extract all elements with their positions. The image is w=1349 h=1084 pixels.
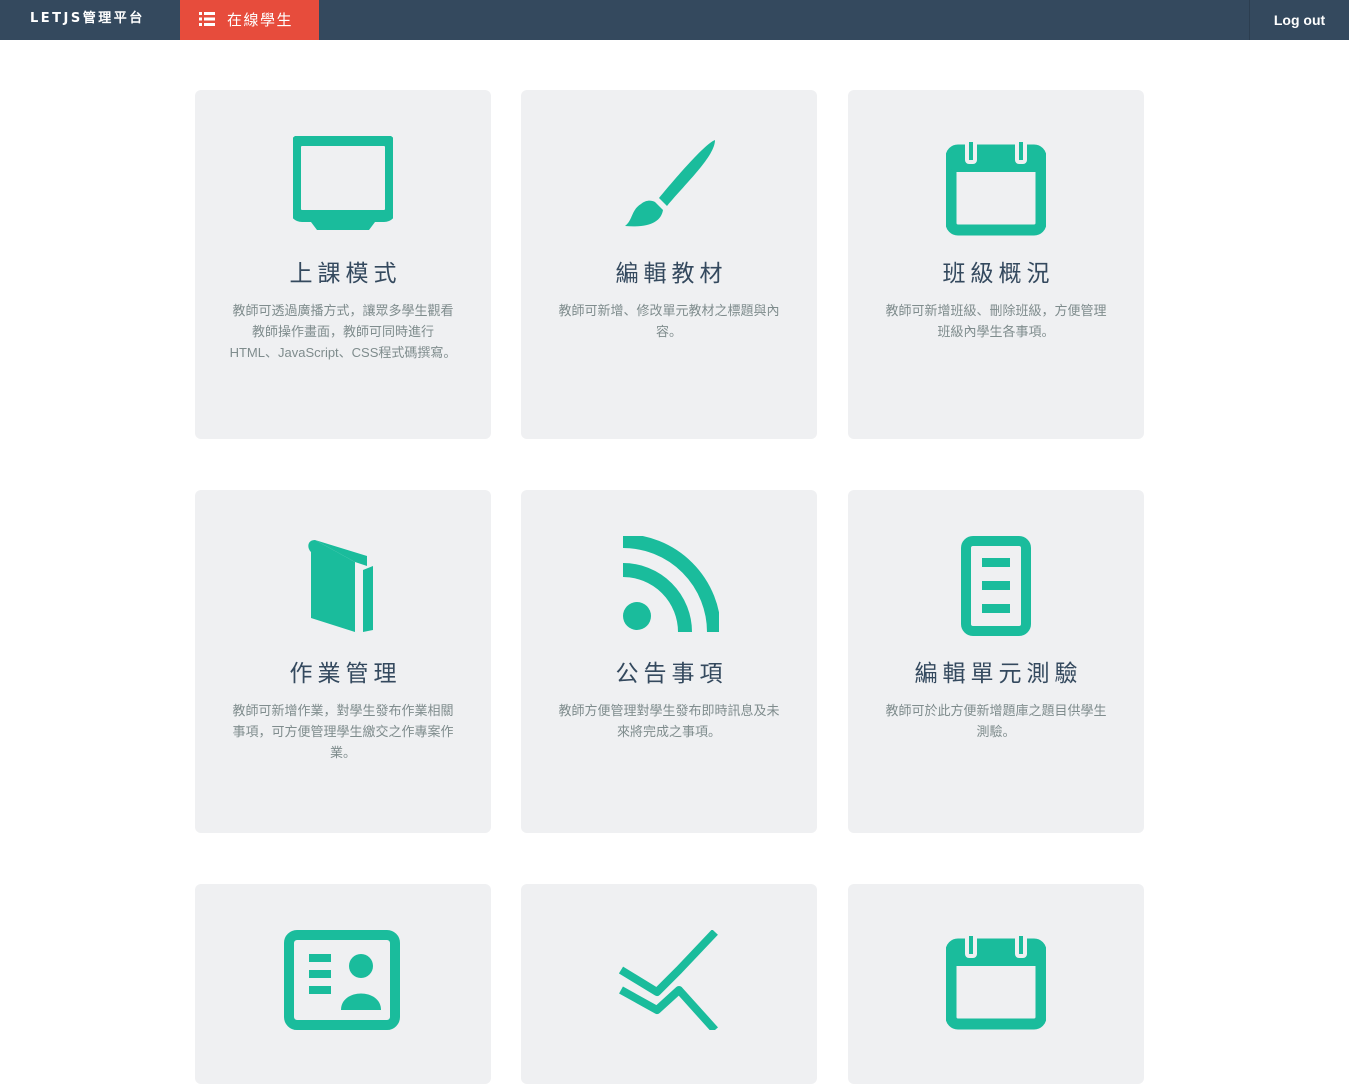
book-icon (293, 536, 393, 636)
id-card-icon (284, 930, 400, 1030)
card-title: 上課模式 (289, 261, 402, 287)
logout-button[interactable]: Log out (1250, 0, 1349, 40)
document-list-icon (946, 536, 1046, 636)
card-description: 教師方便管理對學生發布即時訊息及未來將完成之事項。 (558, 703, 780, 739)
monitor-icon (293, 136, 393, 236)
card-schedule[interactable] (848, 884, 1144, 1084)
card-description: 教師可新增、修改單元教材之標題與內容。 (558, 303, 780, 339)
rss-icon (619, 536, 719, 636)
card-announcements[interactable]: 公告事項 教師方便管理對學生發布即時訊息及未來將完成之事項。 (521, 490, 817, 833)
card-class-overview[interactable]: 班級概況 教師可新增班級、刪除班級，方便管理班級內學生各事項。 (848, 90, 1144, 439)
online-students-tab[interactable]: 在線學生 (180, 0, 319, 40)
card-homework-management[interactable]: 作業管理 教師可新增作業，對學生發布作業相關事項，可方便管理學生繳交之作專案作業… (195, 490, 491, 833)
calendar-icon (946, 136, 1046, 236)
brand-title[interactable]: LETJS管理平台 (30, 0, 145, 40)
card-description: 教師可新增作業，對學生發布作業相關事項，可方便管理學生繳交之作專案作業。 (232, 703, 454, 760)
list-icon (199, 12, 215, 26)
card-edit-materials[interactable]: 編輯教材 教師可新增、修改單元教材之標題與內容。 (521, 90, 817, 439)
card-title: 編輯單元測驗 (914, 661, 1083, 687)
card-student-roster[interactable] (195, 884, 491, 1084)
card-statistics[interactable] (521, 884, 817, 1084)
paintbrush-icon (619, 136, 719, 236)
card-description: 教師可透過廣播方式，讓眾多學生觀看教師操作畫面，教師可同時進行HTML、Java… (229, 303, 457, 360)
card-title: 公告事項 (615, 661, 728, 687)
card-edit-unit-quiz[interactable]: 編輯單元測驗 教師可於此方便新增題庫之題目供學生測驗。 (848, 490, 1144, 833)
online-students-label: 在線學生 (227, 11, 294, 29)
card-title: 編輯教材 (615, 261, 728, 287)
top-navbar: LETJS管理平台 在線學生 Log out (0, 0, 1349, 40)
calendar-icon (946, 930, 1046, 1030)
card-description: 教師可新增班級、刪除班級，方便管理班級內學生各事項。 (885, 303, 1107, 339)
card-title: 班級概況 (942, 261, 1055, 287)
card-description: 教師可於此方便新增題庫之題目供學生測驗。 (885, 703, 1107, 739)
card-class-mode[interactable]: 上課模式 教師可透過廣播方式，讓眾多學生觀看教師操作畫面，教師可同時進行HTML… (195, 90, 491, 439)
card-title: 作業管理 (289, 661, 402, 687)
stats-chart-icon (619, 930, 719, 1030)
